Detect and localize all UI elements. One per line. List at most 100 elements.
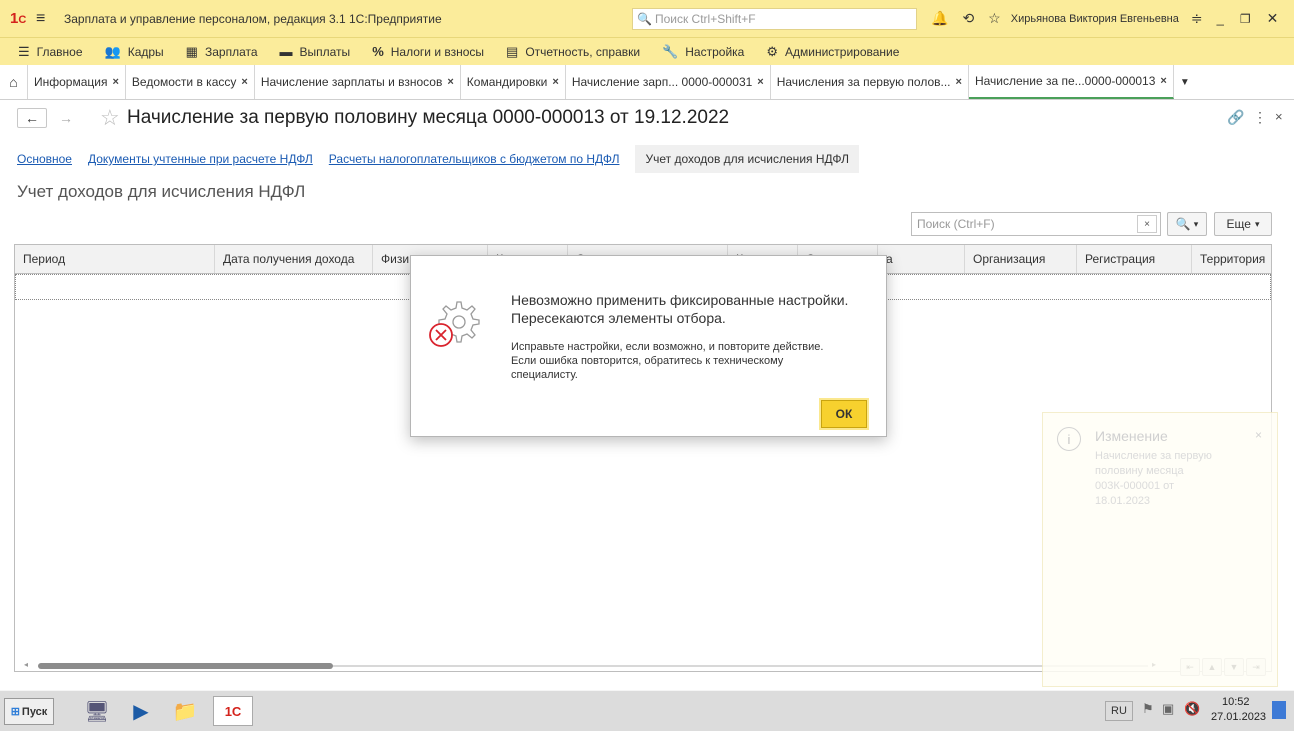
home-tab[interactable]: ⌂ bbox=[0, 65, 28, 99]
language-indicator[interactable]: RU bbox=[1105, 701, 1133, 721]
search-button[interactable]: 🔍 ▾ bbox=[1167, 212, 1207, 236]
tab-salary-doc-31[interactable]: Начисление зарп... 0000-000031 × bbox=[566, 65, 771, 99]
clock-date[interactable]: 27.01.2023 bbox=[1211, 711, 1266, 723]
column-header[interactable]: Регистрация bbox=[1077, 245, 1192, 273]
menu-item-payments[interactable]: ▬ Выплаты bbox=[280, 44, 351, 59]
close-window-button[interactable]: ✕ bbox=[1267, 10, 1279, 27]
menu-label: Главное bbox=[36, 44, 83, 59]
app-title: Зарплата и управление персоналом, редакц… bbox=[64, 11, 442, 26]
favorites-star-icon[interactable]: ☆ bbox=[988, 10, 1001, 27]
menu-label: Настройка bbox=[685, 44, 745, 59]
dropdown-arrow-icon: ▾ bbox=[1193, 218, 1199, 229]
menu-item-admin[interactable]: ⚙ Администрирование bbox=[766, 44, 899, 60]
favorite-star-icon[interactable]: ☆ bbox=[100, 105, 120, 131]
user-name[interactable]: Хирьянова Виктория Евгеньевна bbox=[1011, 13, 1179, 25]
close-document-icon[interactable]: × bbox=[1275, 109, 1283, 124]
gear-icon: ⚙ bbox=[766, 43, 778, 59]
ok-button[interactable]: ОК bbox=[821, 400, 867, 428]
notification-line[interactable]: 18.01.2023 bbox=[1095, 495, 1150, 507]
menu-item-salary[interactable]: ▦ Зарплата bbox=[186, 44, 258, 60]
column-header[interactable]: Период bbox=[15, 245, 215, 273]
wrench-icon: 🔧 bbox=[662, 43, 679, 59]
notification-popup[interactable]: i Изменение × Начисление за первую полов… bbox=[1042, 412, 1278, 687]
tab-label: Командировки bbox=[466, 75, 548, 89]
network-icon[interactable]: ▣ bbox=[1162, 701, 1174, 717]
powershell-icon[interactable]: ▶ bbox=[124, 696, 158, 726]
home-icon: ⌂ bbox=[9, 74, 18, 90]
menu-item-reports[interactable]: ▤ Отчетность, справки bbox=[506, 44, 640, 60]
settings-menu-icon[interactable]: ≑ bbox=[1191, 10, 1203, 27]
list-search-placeholder: Поиск (Ctrl+F) bbox=[917, 217, 995, 231]
link-ndfl-documents[interactable]: Документы учтенные при расчете НДФЛ bbox=[88, 152, 313, 166]
close-tab-icon[interactable]: × bbox=[447, 76, 453, 88]
server-manager-icon[interactable]: 🖥 bbox=[80, 696, 114, 726]
show-desktop-icon[interactable] bbox=[1272, 701, 1286, 719]
notification-line[interactable]: половину месяца bbox=[1095, 465, 1184, 477]
notification-line[interactable]: 003К-000001 от bbox=[1095, 480, 1174, 492]
tab-label: Начисление зарплаты и взносов bbox=[260, 75, 443, 89]
tab-first-half-doc-13[interactable]: Начисление за пе...0000-000013 × bbox=[968, 65, 1174, 99]
menu-label: Зарплата bbox=[204, 44, 258, 59]
scroll-left-icon[interactable]: ◂ bbox=[24, 660, 28, 669]
clear-search-icon[interactable]: × bbox=[1137, 215, 1157, 233]
menu-label: Выплаты bbox=[299, 44, 351, 59]
back-button[interactable]: ← bbox=[17, 108, 47, 128]
notification-line[interactable]: Начисление за первую bbox=[1095, 450, 1212, 462]
dialog-body: Исправьте настройки, если возможно, и по… bbox=[511, 341, 824, 353]
notifications-bell-icon[interactable]: 🔔 bbox=[931, 10, 948, 27]
tab-label: Начисление за пе...0000-000013 bbox=[974, 74, 1156, 88]
close-tab-icon[interactable]: × bbox=[1160, 75, 1166, 87]
menu-item-hr[interactable]: 👥 Кадры bbox=[105, 44, 164, 60]
dialog-body: Если ошибка повторится, обратитесь к тех… bbox=[511, 355, 784, 367]
section-active-ndfl-income[interactable]: Учет доходов для исчисления НДФЛ bbox=[635, 145, 859, 173]
link-main[interactable]: Основное bbox=[17, 152, 72, 166]
forward-button[interactable]: → bbox=[51, 108, 81, 128]
link-icon[interactable]: 🔗 bbox=[1227, 109, 1244, 126]
volume-muted-icon[interactable]: 🔇 bbox=[1184, 701, 1200, 717]
tab-info[interactable]: Информация × bbox=[28, 65, 126, 99]
close-tab-icon[interactable]: × bbox=[956, 76, 962, 88]
menu-item-main[interactable]: ☰ Главное bbox=[18, 44, 83, 60]
link-ndfl-settlements[interactable]: Расчеты налогоплательщиков с бюджетом по… bbox=[329, 152, 620, 166]
1c-taskbar-icon[interactable]: 1С bbox=[213, 696, 253, 726]
close-tab-icon[interactable]: × bbox=[241, 76, 247, 88]
horizontal-scrollbar[interactable]: ◂ ▸ bbox=[22, 660, 1164, 672]
tab-salary-accrual[interactable]: Начисление зарплаты и взносов × bbox=[255, 65, 461, 99]
global-search-input[interactable]: 🔍 Поиск Ctrl+Shift+F bbox=[632, 7, 917, 30]
minimize-button[interactable]: _ bbox=[1217, 11, 1224, 26]
flag-icon[interactable]: ⚑ bbox=[1142, 701, 1154, 717]
clock-time[interactable]: 10:52 bbox=[1222, 696, 1250, 708]
tab-first-half-list[interactable]: Начисления за первую полов... × bbox=[771, 65, 969, 99]
column-header[interactable]: а bbox=[878, 245, 965, 273]
menu-label: Налоги и взносы bbox=[390, 44, 485, 59]
history-icon[interactable]: ⟲ bbox=[962, 10, 974, 27]
document-title: Начисление за первую половину месяца 000… bbox=[127, 107, 730, 128]
notification-title: Изменение bbox=[1095, 428, 1168, 444]
dialog-body: специалисту. bbox=[511, 369, 578, 381]
more-actions-icon[interactable]: ⋮ bbox=[1253, 109, 1267, 126]
close-tab-icon[interactable]: × bbox=[112, 76, 118, 88]
tabs-dropdown-icon[interactable]: ▼ bbox=[1174, 65, 1198, 99]
column-header[interactable]: Дата получения дохода bbox=[215, 245, 373, 273]
tab-business-trips[interactable]: Командировки × bbox=[461, 65, 566, 99]
info-icon: i bbox=[1057, 427, 1081, 451]
menu-label: Отчетность, справки bbox=[525, 44, 641, 59]
tab-label: Начисление зарп... 0000-000031 bbox=[571, 75, 753, 89]
menu-item-settings[interactable]: 🔧 Настройка bbox=[662, 44, 744, 60]
scrollbar-thumb[interactable] bbox=[38, 663, 333, 669]
start-button[interactable]: ⊞ Пуск bbox=[4, 698, 54, 725]
hamburger-menu-icon[interactable]: ≡ bbox=[36, 10, 64, 28]
notification-close-icon[interactable]: × bbox=[1255, 428, 1262, 442]
menu-item-taxes[interactable]: % Налоги и взносы bbox=[372, 44, 484, 59]
list-search-input[interactable]: Поиск (Ctrl+F) × bbox=[911, 212, 1161, 236]
1c-logo[interactable]: 1С bbox=[0, 10, 36, 27]
close-tab-icon[interactable]: × bbox=[552, 76, 558, 88]
more-button[interactable]: Еще ▾ bbox=[1214, 212, 1272, 236]
close-tab-icon[interactable]: × bbox=[757, 76, 763, 88]
tab-cash-statements[interactable]: Ведомости в кассу × bbox=[126, 65, 255, 99]
column-header[interactable]: Организация bbox=[965, 245, 1077, 273]
title-bar: 1С ≡ Зарплата и управление персоналом, р… bbox=[0, 0, 1294, 37]
maximize-button[interactable]: ❐ bbox=[1240, 12, 1251, 26]
column-header[interactable]: Территория bbox=[1192, 245, 1271, 273]
explorer-folder-icon[interactable]: 📁 bbox=[168, 696, 202, 726]
